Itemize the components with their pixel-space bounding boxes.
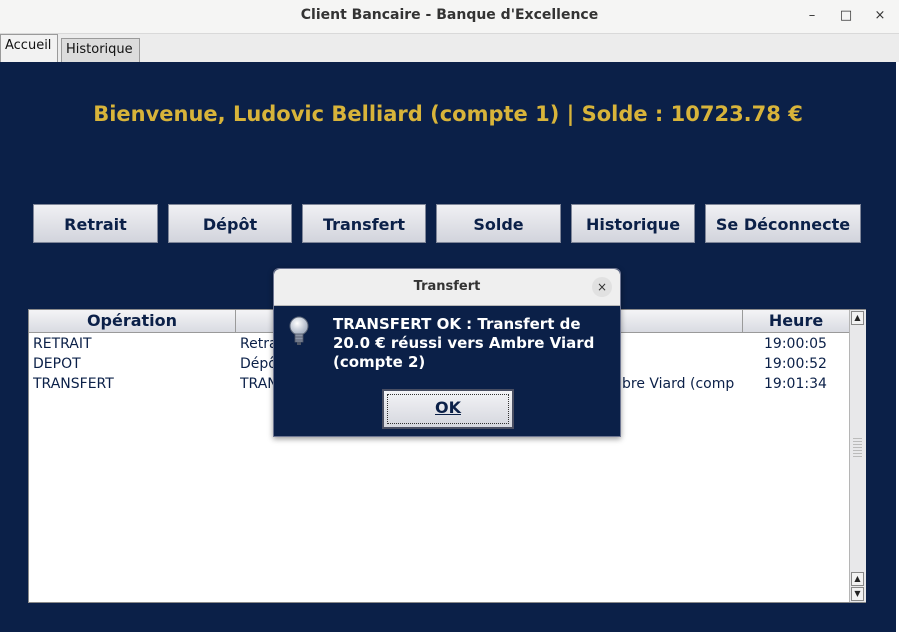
deposit-button[interactable]: Dépôt [168, 204, 292, 243]
maximize-icon[interactable]: □ [836, 6, 856, 26]
dialog-close-icon[interactable]: × [592, 277, 612, 297]
tab-accueil[interactable]: Accueil [0, 34, 58, 62]
column-header-time[interactable]: Heure [743, 310, 849, 332]
table-cell-extra: bre Viard (comp [622, 376, 735, 392]
close-window-icon[interactable]: × [870, 6, 890, 26]
table-cell-operation: TRANSFERT [33, 376, 114, 392]
balance-button[interactable]: Solde [436, 204, 561, 243]
transfer-dialog: Transfert × TRANSFERT OK : Transfert de … [273, 268, 621, 437]
window-title: Client Bancaire - Banque d'Excellence [300, 7, 599, 23]
table-cell-time: 19:00:05 [764, 336, 827, 352]
welcome-banner: Bienvenue, Ludovic Belliard (compte 1) |… [93, 102, 803, 126]
tab-strip: Accueil Historique [0, 34, 899, 62]
tab-historique[interactable]: Historique [61, 38, 140, 62]
logout-button[interactable]: Se Déconnecte [705, 204, 861, 243]
scroll-down-icon[interactable]: ▼ [851, 587, 864, 601]
history-button[interactable]: Historique [571, 204, 695, 243]
withdraw-button[interactable]: Retrait [33, 204, 158, 243]
scroll-up-icon[interactable]: ▲ [851, 311, 864, 325]
column-header-operation[interactable]: Opération [29, 310, 236, 332]
transfer-button[interactable]: Transfert [302, 204, 426, 243]
minimize-icon[interactable]: – [802, 6, 822, 26]
ok-button[interactable]: OK [382, 389, 514, 429]
table-cell-time: 19:01:34 [764, 376, 827, 392]
table-cell-operation: DEPOT [33, 356, 81, 372]
lightbulb-icon [289, 316, 309, 345]
dialog-message: TRANSFERT OK : Transfert de 20.0 € réuss… [333, 315, 595, 371]
scroll-grip[interactable] [853, 438, 862, 458]
table-cell-operation: RETRAIT [33, 336, 92, 352]
vertical-scrollbar[interactable]: ▲ ▲ ▼ [849, 310, 866, 602]
dialog-title: Transfert [413, 279, 481, 294]
dialog-titlebar: Transfert × [274, 269, 620, 306]
window-titlebar: Client Bancaire - Banque d'Excellence – … [0, 0, 899, 34]
scroll-up-icon[interactable]: ▲ [851, 572, 864, 586]
table-cell-time: 19:00:52 [764, 356, 827, 372]
